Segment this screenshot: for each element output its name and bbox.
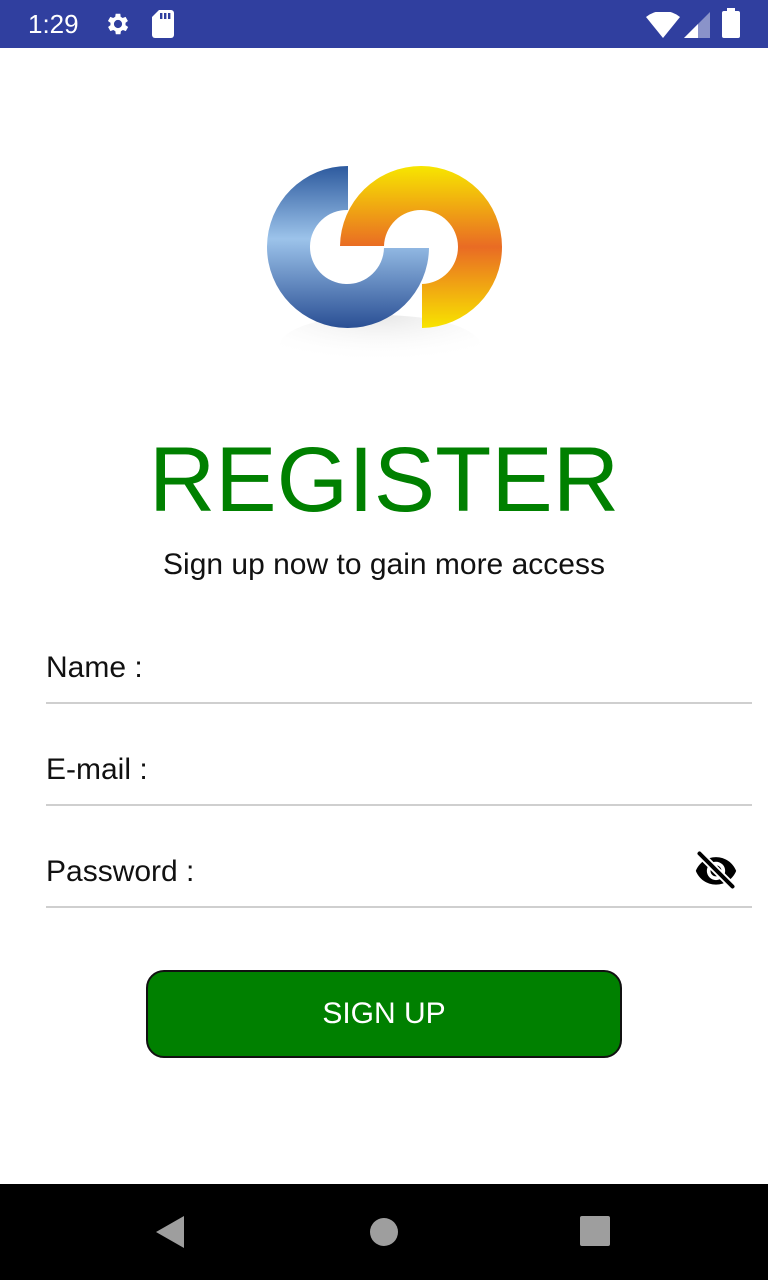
home-circle-icon[interactable] xyxy=(368,1216,400,1248)
status-time: 1:29 xyxy=(28,9,79,39)
email-field[interactable]: E-mail : xyxy=(46,744,752,806)
sign-up-button[interactable]: SIGN UP xyxy=(146,970,622,1058)
password-input[interactable] xyxy=(236,850,710,896)
page-subtitle: Sign up now to gain more access xyxy=(163,548,605,581)
settings-gear-icon xyxy=(107,13,129,35)
sd-card-icon xyxy=(152,10,174,38)
name-field[interactable]: Name : xyxy=(46,642,752,704)
password-field[interactable]: Password : xyxy=(46,846,752,908)
eye-off-icon[interactable] xyxy=(694,848,738,892)
cell-signal-icon xyxy=(684,12,710,38)
recents-square-icon[interactable] xyxy=(580,1216,610,1246)
name-label: Name : xyxy=(46,651,143,684)
status-bar: 1:29 xyxy=(0,0,768,48)
back-triangle-icon[interactable] xyxy=(154,1216,186,1248)
email-label: E-mail : xyxy=(46,753,148,786)
name-input[interactable] xyxy=(236,646,710,692)
password-label: Password : xyxy=(46,855,195,888)
circular-arrows-logo xyxy=(267,166,502,375)
navigation-bar xyxy=(0,1184,768,1280)
wifi-icon xyxy=(646,12,680,38)
page-title: REGISTER xyxy=(148,429,620,531)
battery-icon xyxy=(722,8,740,38)
email-input[interactable] xyxy=(236,748,710,794)
